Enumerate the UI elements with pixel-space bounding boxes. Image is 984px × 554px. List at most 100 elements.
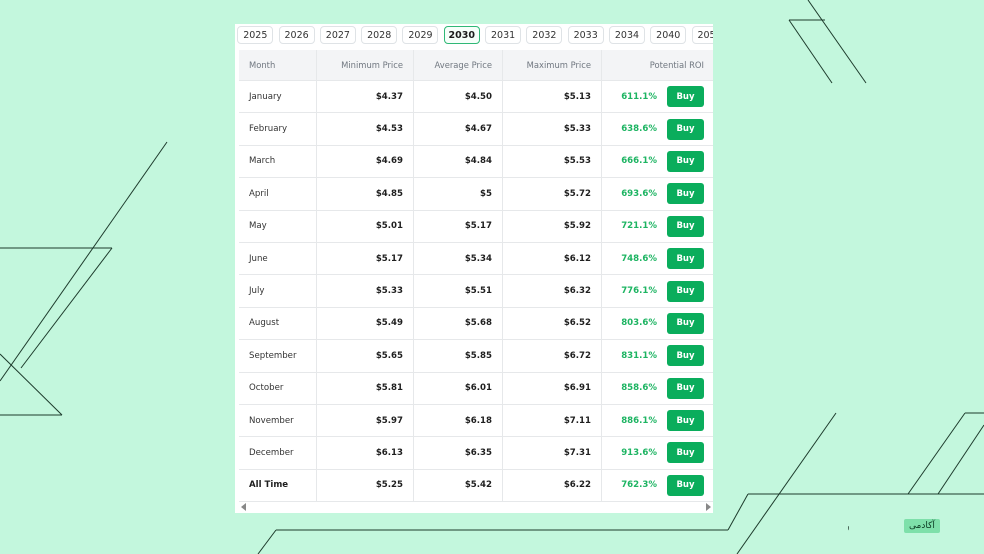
max-price-value: $7.31 — [563, 447, 591, 458]
buy-button[interactable]: Buy — [667, 474, 704, 496]
buy-button[interactable]: Buy — [667, 442, 704, 464]
min-price-cell: $5.25 — [317, 469, 414, 502]
roi-value: 803.6% — [621, 318, 657, 329]
roi-cell: 762.3% Buy — [602, 470, 713, 501]
min-price-value: $6.13 — [375, 447, 403, 458]
min-price-value: $4.53 — [375, 124, 403, 135]
min-price-cell: $5.49 — [317, 307, 414, 340]
avg-price-value: $4.50 — [464, 91, 492, 102]
year-tab-2027[interactable]: 2027 — [319, 26, 356, 44]
year-tab-2029[interactable]: 2029 — [402, 26, 439, 44]
avg-price-value: $6.01 — [464, 383, 492, 394]
scroll-left-icon[interactable] — [241, 503, 246, 511]
min-price-value: $5.33 — [375, 286, 403, 297]
roi-value: 721.1% — [621, 221, 657, 232]
month-cell: April — [239, 178, 317, 210]
column-header-month[interactable]: Month — [239, 50, 317, 80]
year-tab-2030[interactable]: 2030 — [443, 26, 480, 44]
table-row: December $6.13 $6.35 $7.31 913.6% Buy — [239, 437, 713, 470]
column-header-avg[interactable]: Average Price — [414, 50, 503, 80]
min-price-value: $5.25 — [375, 480, 403, 491]
roi-cell: 886.1% Buy — [602, 405, 713, 436]
table-row: April $4.85 $5 $5.72 693.6% Buy — [239, 178, 713, 211]
table-row: February $4.53 $4.67 $5.33 638.6% Buy — [239, 113, 713, 146]
avg-price-cell: $5.42 — [414, 469, 503, 502]
min-price-cell: $5.33 — [317, 275, 414, 307]
buy-button[interactable]: Buy — [667, 377, 704, 399]
min-price-cell: $4.85 — [317, 178, 414, 210]
brand-logo-text: بیت پین — [848, 517, 850, 535]
year-tab-2034[interactable]: 2034 — [608, 26, 645, 44]
year-tab-2033[interactable]: 2033 — [567, 26, 604, 44]
year-tab-2026[interactable]: 2026 — [278, 26, 315, 44]
scroll-right-icon[interactable] — [706, 503, 711, 511]
max-price-cell: $5.13 — [503, 81, 602, 113]
max-price-value: $6.32 — [563, 286, 591, 297]
avg-price-cell: $4.84 — [414, 145, 503, 178]
avg-price-cell: $5.68 — [414, 307, 503, 340]
min-price-value: $5.97 — [375, 415, 403, 426]
avg-price-cell: $6.18 — [414, 404, 503, 437]
year-tab-2032[interactable]: 2032 — [526, 26, 563, 44]
month-cell: December — [239, 437, 317, 469]
avg-price-cell: $5.17 — [414, 210, 503, 242]
max-price-value: $5.92 — [563, 221, 591, 232]
year-tab-2040[interactable]: 2040 — [650, 26, 687, 44]
buy-button[interactable]: Buy — [667, 183, 704, 205]
buy-button[interactable]: Buy — [667, 410, 704, 432]
max-price-cell: $6.72 — [503, 340, 602, 372]
max-price-value: $6.91 — [563, 383, 591, 394]
max-price-cell: $6.22 — [503, 469, 602, 502]
min-price-value: $5.81 — [375, 383, 403, 394]
avg-price-cell: $5 — [414, 178, 503, 210]
month-cell: June — [239, 242, 317, 275]
roi-cell: 666.1% Buy — [602, 146, 713, 177]
avg-price-value: $5.85 — [464, 350, 492, 361]
buy-button[interactable]: Buy — [667, 280, 704, 302]
avg-price-value: $4.67 — [464, 124, 492, 135]
column-header-roi[interactable]: Potential ROI — [602, 50, 713, 80]
max-price-cell: $6.52 — [503, 307, 602, 340]
min-price-cell: $4.53 — [317, 113, 414, 145]
avg-price-cell: $5.85 — [414, 340, 503, 372]
buy-button[interactable]: Buy — [667, 248, 704, 270]
roi-value: 913.6% — [621, 447, 657, 458]
column-header-max[interactable]: Maximum Price — [503, 50, 602, 80]
column-header-min[interactable]: Minimum Price — [317, 50, 414, 80]
roi-cell: 913.6% Buy — [602, 437, 713, 468]
price-prediction-card: 2024202520262027202820292030203120322033… — [235, 24, 713, 513]
buy-button[interactable]: Buy — [667, 345, 704, 367]
table-row: May $5.01 $5.17 $5.92 721.1% Buy — [239, 210, 713, 243]
buy-button[interactable]: Buy — [667, 215, 704, 237]
roi-value: 831.1% — [621, 350, 657, 361]
table-row: October $5.81 $6.01 $6.91 858.6% Buy — [239, 372, 713, 405]
roi-cell: 831.1% Buy — [602, 340, 713, 371]
table-row: November $5.97 $6.18 $7.11 886.1% Buy — [239, 404, 713, 438]
avg-price-value: $6.35 — [464, 447, 492, 458]
max-price-value: $7.11 — [563, 415, 591, 426]
min-price-cell: $5.97 — [317, 404, 414, 437]
min-price-cell: $5.81 — [317, 372, 414, 404]
year-tab-2050[interactable]: 2050 — [691, 26, 713, 44]
buy-button[interactable]: Buy — [667, 150, 704, 172]
buy-button[interactable]: Buy — [667, 118, 704, 140]
month-cell: January — [239, 81, 317, 113]
table-row: August $5.49 $5.68 $6.52 803.6% Buy — [239, 307, 713, 341]
min-price-value: $4.69 — [375, 156, 403, 167]
avg-price-value: $6.18 — [464, 415, 492, 426]
avg-price-value: $4.84 — [464, 156, 492, 167]
min-price-value: $5.01 — [375, 221, 403, 232]
year-tab-2028[interactable]: 2028 — [361, 26, 398, 44]
min-price-value: $5.49 — [375, 318, 403, 329]
roi-cell: 638.6% Buy — [602, 113, 713, 144]
buy-button[interactable]: Buy — [667, 86, 704, 108]
horizontal-scrollbar[interactable] — [239, 502, 713, 512]
roi-cell: 748.6% Buy — [602, 243, 713, 274]
year-tab-2025[interactable]: 2025 — [237, 26, 274, 44]
avg-price-cell: $6.01 — [414, 372, 503, 404]
buy-button[interactable]: Buy — [667, 312, 704, 334]
roi-value: 611.1% — [621, 91, 657, 102]
year-tabs: 2024202520262027202820292030203120322033… — [235, 24, 713, 46]
roi-cell: 803.6% Buy — [602, 308, 713, 339]
year-tab-2031[interactable]: 2031 — [485, 26, 522, 44]
